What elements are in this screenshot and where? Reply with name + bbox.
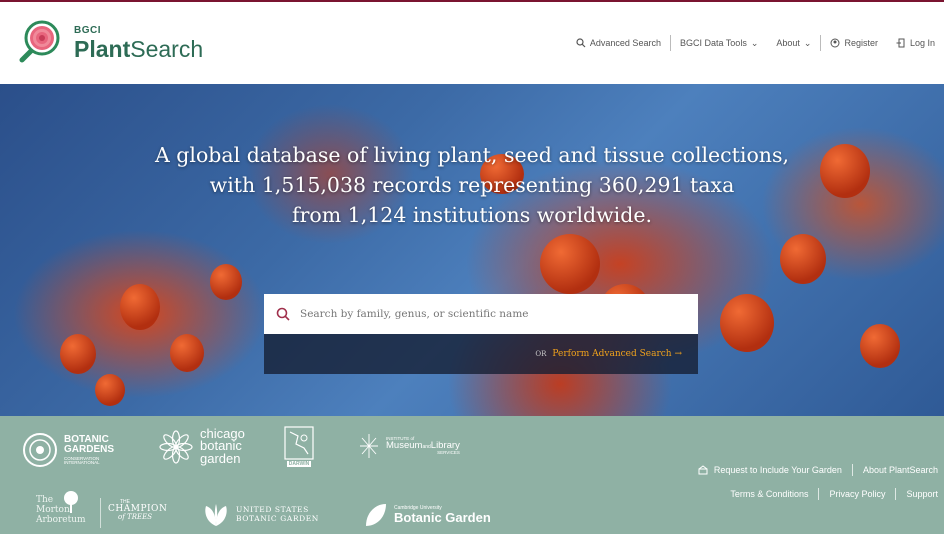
chicago-botanic-garden-logo[interactable]: chicago botanic garden	[158, 427, 245, 466]
footer-links-row-2: Terms & Conditions Privacy Policy Suppor…	[730, 488, 938, 500]
brand-name: PlantSearch	[74, 35, 204, 62]
site-header: BGCI PlantSearch Advanced Search BGCI Da…	[0, 0, 944, 84]
us-botanic-garden-logo[interactable]: UNITED STATES BOTANIC GARDEN	[202, 502, 319, 528]
champion-of-trees-logo[interactable]: THE CHAMPION of TREES	[108, 500, 167, 521]
bgci-line-2: GARDENS	[64, 443, 115, 455]
footer-divider	[851, 464, 853, 476]
flower-decoration	[860, 324, 900, 368]
darwin-label: DARWIN	[286, 461, 312, 467]
request-garden-link[interactable]: Request to Include Your Garden	[714, 465, 842, 475]
cambridge-leaf-icon	[366, 504, 386, 526]
or-label: OR	[535, 350, 547, 358]
flower-decoration	[210, 264, 242, 300]
flower-decoration	[780, 234, 826, 284]
darwin-map-icon	[284, 426, 314, 460]
hero-line-2: with 1,515,038 records representing 360,…	[209, 173, 735, 197]
bgci-line-4: INTERNATIONAL	[64, 460, 100, 465]
advanced-search-link[interactable]: Perform Advanced Search →	[552, 349, 682, 359]
nav-advanced-search[interactable]: Advanced Search	[567, 38, 670, 48]
champion-of-trees: of TREES	[118, 513, 152, 521]
bgci-line-1: BOTANIC	[64, 433, 109, 445]
site-footer: BOTANIC GARDENS CONSERVATION INTERNATION…	[0, 416, 944, 534]
morton-the: The	[36, 495, 54, 505]
search-icon	[276, 307, 290, 321]
logo-divider	[100, 498, 101, 528]
morton-arboretum: Arboretum	[36, 514, 86, 525]
flower-decoration	[720, 294, 774, 352]
morton-arboretum-logo[interactable]: The Morton Arboretum	[36, 491, 86, 526]
nav-login[interactable]: Log In	[887, 38, 944, 48]
register-icon	[830, 38, 840, 48]
morton-tree-icon	[64, 491, 78, 513]
advanced-search-bar: OR Perform Advanced Search →	[264, 334, 698, 374]
support-link[interactable]: Support	[906, 489, 938, 499]
chicago-line-3: garden	[200, 450, 241, 466]
login-icon	[896, 38, 905, 48]
footer-divider	[895, 488, 897, 500]
chicago-flower-icon	[159, 429, 193, 464]
flower-decoration	[170, 334, 204, 372]
imls-starburst-icon	[360, 434, 378, 458]
imls-and: and	[422, 444, 431, 451]
darwin-logo[interactable]: DARWIN	[284, 426, 314, 467]
imls-museum: Museum	[386, 440, 423, 452]
chevron-down-icon: ⌄	[750, 37, 759, 48]
garden-icon	[698, 465, 708, 475]
nav-data-tools-label: BGCI Data Tools	[679, 38, 747, 48]
plantsearch-logo-icon	[12, 16, 66, 70]
chevron-down-icon: ⌄	[803, 37, 812, 48]
flower-decoration	[60, 334, 96, 374]
terms-link[interactable]: Terms & Conditions	[730, 489, 808, 499]
imls-services: SERVICES	[437, 449, 460, 455]
brand-bgci: BGCI	[74, 24, 101, 36]
usbg-line-2: BOTANIC GARDEN	[236, 514, 319, 523]
nav-about-label: About	[776, 38, 800, 48]
nav-register-label: Register	[844, 38, 878, 48]
footer-links-row-1: Request to Include Your Garden About Pla…	[698, 464, 938, 476]
cambridge-botanic-garden-logo[interactable]: Cambridge University Botanic Garden	[364, 502, 491, 528]
top-nav: Advanced Search BGCI Data Tools ⌄ About …	[567, 33, 944, 53]
hero-headline: A global database of living plant, seed …	[0, 140, 944, 230]
search-box	[264, 294, 698, 334]
hero-banner: A global database of living plant, seed …	[0, 84, 944, 416]
hero-line-3: from 1,124 institutions worldwide.	[291, 203, 653, 227]
brand-logo-link[interactable]: BGCI PlantSearch	[12, 16, 203, 70]
usbg-leaf-icon	[205, 504, 227, 526]
bgci-logo[interactable]: BOTANIC GARDENS CONSERVATION INTERNATION…	[22, 432, 114, 468]
search-input[interactable]	[300, 308, 680, 320]
about-plantsearch-link[interactable]: About PlantSearch	[863, 465, 938, 475]
privacy-link[interactable]: Privacy Policy	[829, 489, 885, 499]
flower-decoration	[120, 284, 160, 330]
nav-about[interactable]: About ⌄	[767, 38, 820, 49]
footer-divider	[818, 488, 820, 500]
hero-line-1: A global database of living plant, seed …	[154, 143, 790, 167]
nav-login-label: Log In	[909, 38, 935, 48]
flower-decoration	[95, 374, 125, 406]
search-icon	[576, 38, 586, 48]
cambridge-main: Botanic Garden	[394, 510, 491, 525]
flower-decoration	[540, 234, 600, 294]
imls-logo[interactable]: INSTITUTE of MuseumandLibrary SERVICES	[358, 432, 460, 460]
nav-data-tools[interactable]: BGCI Data Tools ⌄	[671, 38, 767, 49]
bgci-emblem-icon	[23, 433, 57, 467]
nav-advanced-search-label: Advanced Search	[589, 38, 661, 48]
nav-register[interactable]: Register	[821, 38, 887, 48]
